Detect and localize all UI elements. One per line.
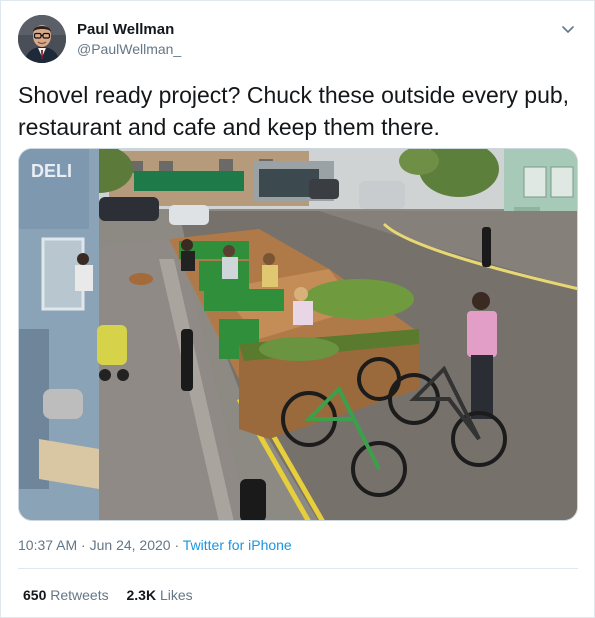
tweet-text-line-2: restaurant and cafe and keep them there. — [18, 114, 440, 140]
tweet-card: Paul Wellman @PaulWellman_ Shovel ready … — [0, 0, 595, 618]
meta-separator: · — [77, 537, 90, 553]
tweet-stats: 650 Retweets 2.3K Likes — [23, 585, 207, 605]
tweet-photo[interactable]: DELI — [18, 148, 578, 521]
display-name[interactable]: Paul Wellman — [77, 21, 181, 39]
likes-count: 2.3K — [126, 587, 157, 603]
likes-stat[interactable]: 2.3K Likes — [127, 587, 193, 603]
tweet-source-link[interactable]: Twitter for iPhone — [183, 537, 292, 553]
avatar-image — [18, 15, 66, 63]
parklet-street-photo: DELI — [19, 149, 577, 520]
tweet-text: Shovel ready project? Chuck these outsid… — [18, 79, 578, 143]
divider — [18, 568, 578, 569]
retweets-stat[interactable]: 650 Retweets — [23, 587, 109, 603]
tweet-header: Paul Wellman @PaulWellman_ — [18, 15, 578, 67]
retweets-count: 650 — [23, 587, 47, 603]
tweet-date[interactable]: Jun 24, 2020 — [90, 537, 171, 553]
tweet-text-line-1: Shovel ready project? Chuck these outsid… — [18, 82, 570, 108]
shop-sign: DELI — [31, 161, 72, 181]
user-names: Paul Wellman @PaulWellman_ — [77, 21, 181, 59]
avatar[interactable] — [18, 15, 66, 63]
tweet-meta: 10:37 AM · Jun 24, 2020 · Twitter for iP… — [18, 535, 292, 555]
retweets-label: Retweets — [50, 587, 109, 603]
chevron-down-icon[interactable] — [560, 21, 576, 37]
tweet-time[interactable]: 10:37 AM — [18, 537, 77, 553]
likes-label: Likes — [159, 587, 193, 603]
user-handle[interactable]: @PaulWellman_ — [77, 39, 181, 59]
meta-separator: · — [170, 537, 183, 553]
